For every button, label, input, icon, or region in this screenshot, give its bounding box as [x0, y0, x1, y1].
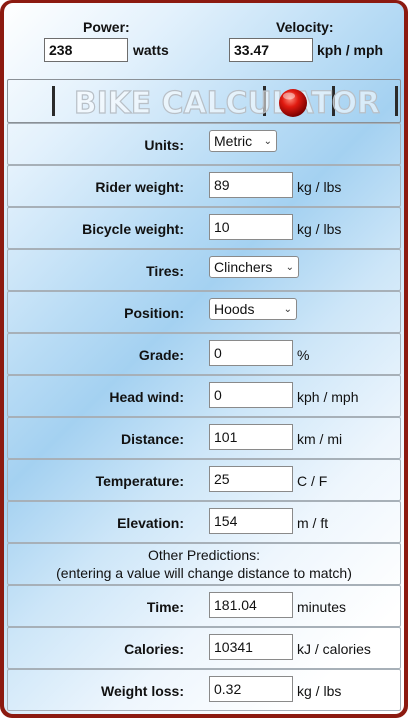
chevron-down-icon: ⌄: [283, 303, 292, 315]
head-wind-unit: kph / mph: [297, 389, 359, 405]
distance-label: Distance:: [120, 431, 184, 447]
bike-calculator-logo: BIKE CALCULATOR: [52, 85, 398, 122]
power-unit: watts: [133, 42, 169, 58]
head-wind-row: Head wind: kph / mph: [7, 375, 401, 417]
weight-loss-label: Weight loss:: [101, 683, 184, 699]
temperature-label: Temperature:: [95, 473, 184, 489]
tires-row: Tires: Clinchers ⌄: [7, 249, 401, 291]
banner-text: BIKE CALCULATOR: [74, 86, 380, 121]
units-row: Units: Metric ⌄: [7, 123, 401, 165]
head-wind-input[interactable]: [209, 382, 293, 408]
weight-loss-row: Weight loss: kg / lbs: [7, 669, 401, 711]
units-label: Units:: [144, 137, 184, 153]
velocity-input[interactable]: [229, 38, 313, 62]
chevron-down-icon: ⌄: [263, 135, 272, 147]
time-input[interactable]: [209, 592, 293, 618]
power-label: Power:: [83, 19, 130, 35]
bicycle-weight-label: Bicycle weight:: [82, 221, 184, 237]
elevation-row: Elevation: m / ft: [7, 501, 401, 543]
elevation-label: Elevation:: [117, 515, 184, 531]
chevron-down-icon: ⌄: [285, 261, 294, 273]
banner-row: BIKE CALCULATOR: [7, 79, 401, 123]
tires-select[interactable]: Clinchers ⌄: [209, 256, 299, 278]
predictions-heading-row: Other Predictions: (entering a value wil…: [7, 543, 401, 585]
rider-weight-label: Rider weight:: [95, 179, 184, 195]
calculator-frame: Power: watts Velocity: kph / mph BIKE CA…: [0, 0, 408, 718]
rider-weight-row: Rider weight: kg / lbs: [7, 165, 401, 207]
grade-label: Grade:: [138, 347, 184, 363]
weight-loss-input[interactable]: [209, 676, 293, 702]
units-select-value: Metric: [214, 133, 253, 149]
head-wind-label: Head wind:: [109, 389, 184, 405]
time-label: Time:: [146, 599, 184, 615]
header-row: Power: watts Velocity: kph / mph: [7, 5, 401, 77]
rider-weight-unit: kg / lbs: [297, 179, 342, 195]
calories-label: Calories:: [124, 641, 184, 657]
distance-unit: km / mi: [297, 431, 343, 447]
calories-unit: kJ / calories: [297, 641, 371, 657]
grade-unit: %: [297, 347, 310, 363]
grade-row: Grade: %: [7, 333, 401, 375]
elevation-input[interactable]: [209, 508, 293, 534]
distance-row: Distance: km / mi: [7, 417, 401, 459]
temperature-row: Temperature: C / F: [7, 459, 401, 501]
calories-row: Calories: kJ / calories: [7, 627, 401, 669]
position-select[interactable]: Hoods ⌄: [209, 298, 297, 320]
temperature-unit: C / F: [297, 473, 328, 489]
calculator-panel: Power: watts Velocity: kph / mph BIKE CA…: [4, 3, 404, 714]
position-row: Position: Hoods ⌄: [7, 291, 401, 333]
calories-input[interactable]: [209, 634, 293, 660]
distance-input[interactable]: [209, 424, 293, 450]
position-label: Position:: [124, 305, 184, 321]
grade-input[interactable]: [209, 340, 293, 366]
rider-weight-input[interactable]: [209, 172, 293, 198]
elevation-unit: m / ft: [297, 515, 329, 531]
tires-select-value: Clinchers: [214, 259, 273, 275]
predictions-note: (entering a value will change distance t…: [56, 565, 352, 581]
time-row: Time: minutes: [7, 585, 401, 627]
time-unit: minutes: [297, 599, 347, 615]
bicycle-weight-input[interactable]: [209, 214, 293, 240]
bicycle-weight-row: Bicycle weight: kg / lbs: [7, 207, 401, 249]
power-input[interactable]: [44, 38, 128, 62]
velocity-label: Velocity:: [276, 19, 334, 35]
units-select[interactable]: Metric ⌄: [209, 130, 277, 152]
velocity-unit: kph / mph: [317, 42, 384, 58]
bicycle-weight-unit: kg / lbs: [297, 221, 342, 237]
tires-label: Tires:: [146, 263, 184, 279]
predictions-heading: Other Predictions:: [147, 547, 261, 563]
temperature-input[interactable]: [209, 466, 293, 492]
position-select-value: Hoods: [214, 301, 255, 317]
weight-loss-unit: kg / lbs: [297, 683, 342, 699]
